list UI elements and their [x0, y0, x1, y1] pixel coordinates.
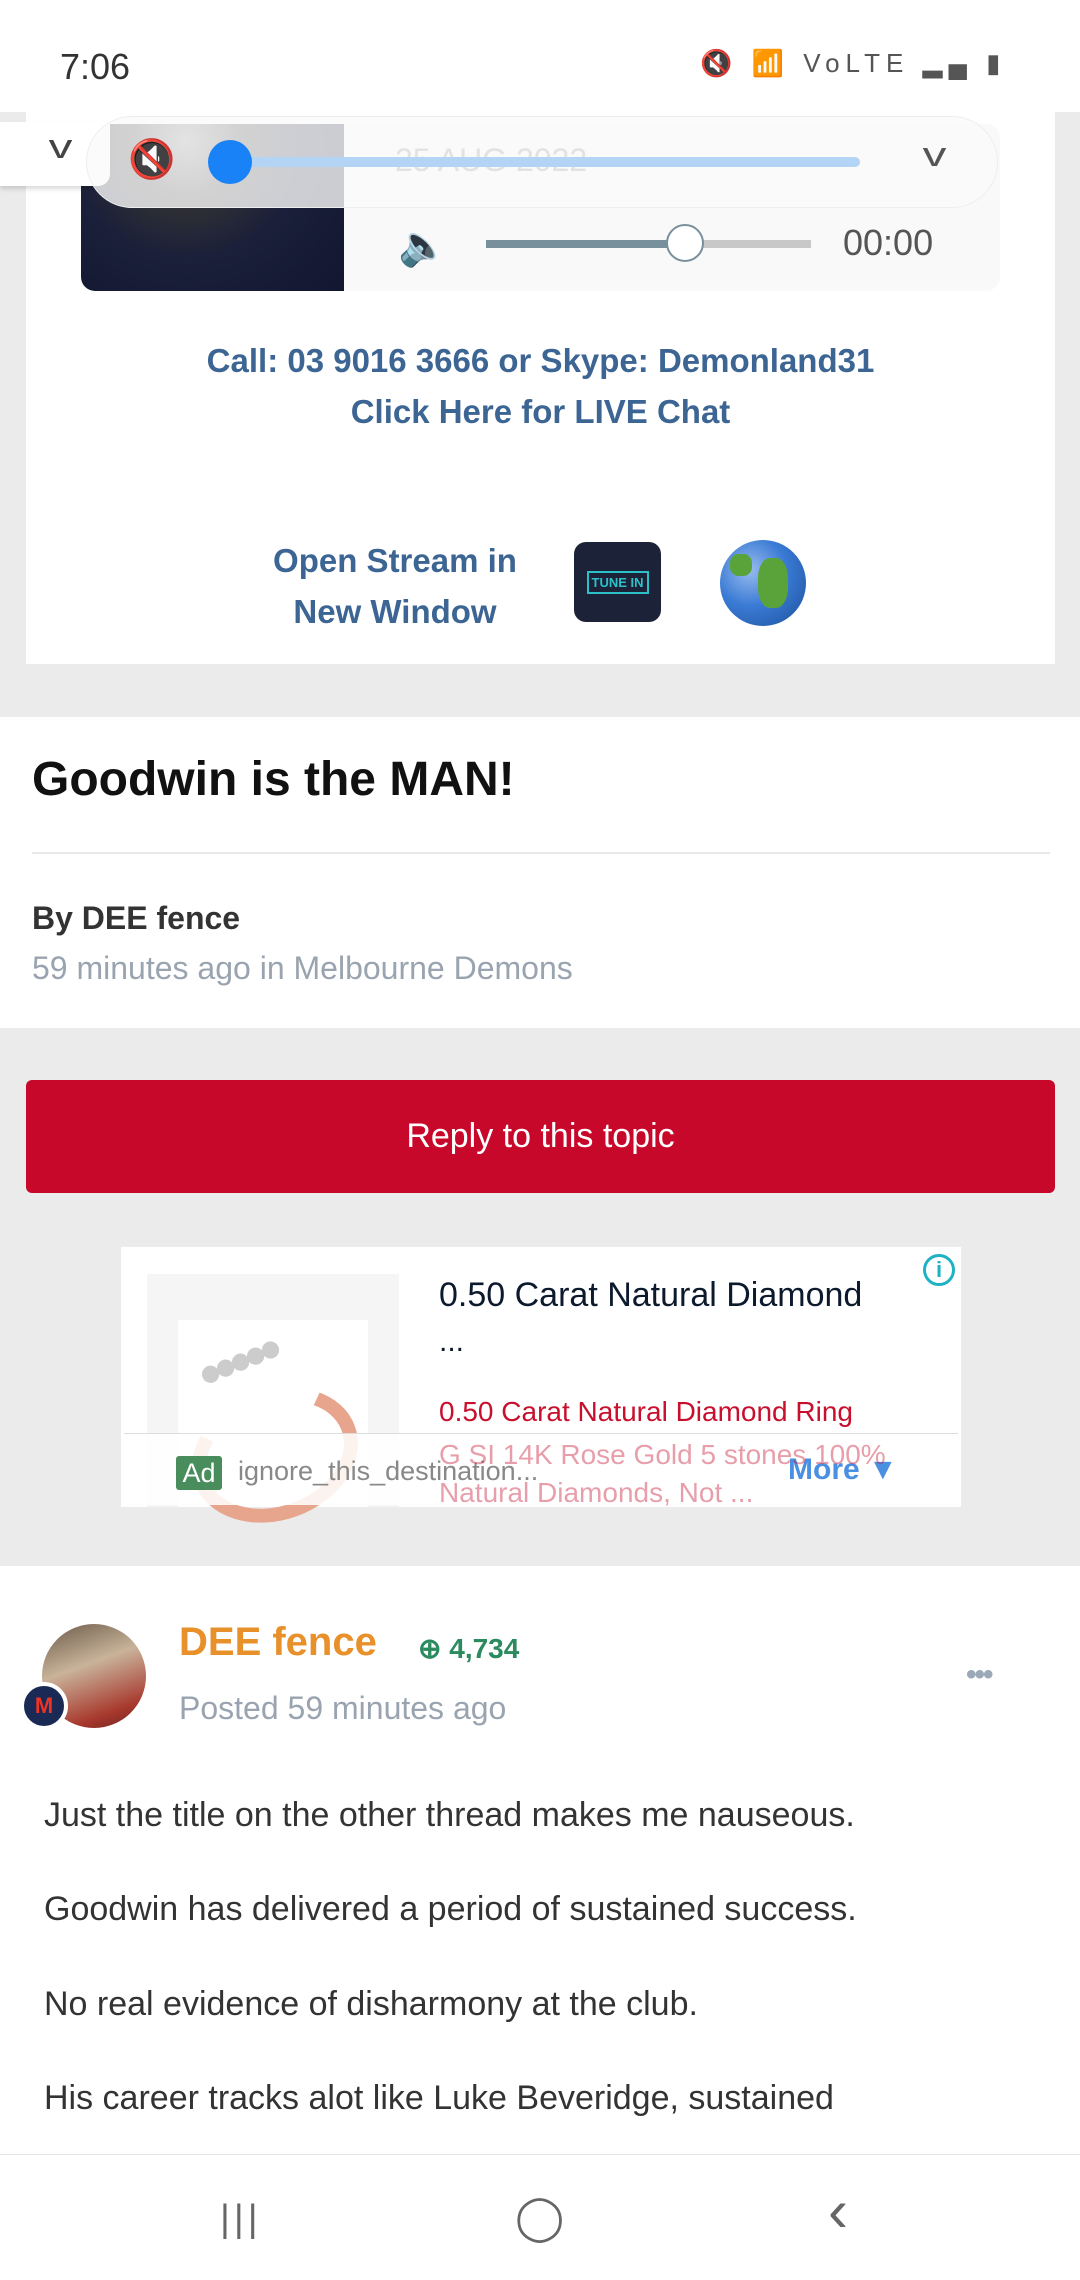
volume-knob[interactable] — [666, 224, 704, 262]
reputation-count: 4,734 — [449, 1633, 520, 1664]
open-stream-link[interactable]: Open Stream in New Window — [250, 535, 540, 637]
ad-more-button[interactable]: More ▼ — [788, 1453, 898, 1487]
post-paragraph: No real evidence of disharmony at the cl… — [44, 1985, 698, 2023]
seek-slider[interactable] — [228, 157, 860, 167]
ad-description[interactable]: 0.50 Carat Natural Diamond Ring — [439, 1396, 853, 1428]
ad-ellipsis: ... — [439, 1325, 465, 1358]
back-button[interactable]: ‹ — [828, 2176, 848, 2245]
volume-fill — [486, 240, 686, 248]
duration: 00:00 — [843, 222, 934, 263]
post-time: Posted 59 minutes ago — [179, 1690, 507, 1726]
post — [0, 1566, 1080, 2166]
divider — [32, 852, 1050, 854]
info-icon[interactable]: i — [923, 1254, 955, 1286]
topic-meta: 59 minutes ago in Melbourne Demons — [32, 950, 573, 986]
ad-title[interactable]: 0.50 Carat Natural Diamond — [439, 1276, 862, 1315]
reputation-badge: ⊕ 4,734 — [418, 1632, 519, 1665]
tunein-icon[interactable]: TUNE IN — [574, 542, 661, 622]
seek-knob[interactable] — [208, 140, 252, 184]
more-options-icon[interactable]: ••• — [966, 1658, 993, 1692]
live-chat-link[interactable]: Click Here for LIVE Chat — [26, 393, 1055, 431]
globe-icon[interactable] — [720, 540, 806, 626]
home-button[interactable]: ◯ — [515, 2192, 564, 2243]
volume-icon[interactable]: 🔈 — [398, 222, 448, 269]
recents-button[interactable]: ||| — [220, 2198, 262, 2241]
post-paragraph: Goodwin has delivered a period of sustai… — [44, 1890, 857, 1928]
tunein-label: TUNE IN — [586, 570, 649, 594]
reply-button[interactable]: Reply to this topic — [26, 1080, 1055, 1193]
status-icons: 🔇 📶 VoLTE ▂▄ ▮ — [700, 48, 1007, 78]
post-username[interactable]: DEE fence — [179, 1620, 377, 1665]
post-paragraph: Just the title on the other thread makes… — [44, 1796, 855, 1834]
status-time: 7:06 — [60, 46, 131, 87]
ad-destination[interactable]: ignore_this_destination... — [238, 1456, 538, 1487]
topic-author[interactable]: By DEE fence — [32, 900, 240, 937]
post-paragraph: His career tracks alot like Luke Beverid… — [44, 2079, 834, 2117]
call-link[interactable]: Call: 03 9016 3666 or Skype: Demonland31 — [26, 342, 1055, 380]
plus-circle-icon: ⊕ — [418, 1633, 450, 1664]
mute-icon[interactable]: 🔇 — [128, 138, 175, 182]
page-title: Goodwin is the MAN! — [32, 753, 515, 806]
chevron-down-icon[interactable]: v — [923, 136, 947, 175]
ad-badge: Ad — [176, 1456, 222, 1490]
chevron-down-icon[interactable]: v — [49, 128, 73, 167]
club-badge-icon: M — [20, 1682, 68, 1730]
